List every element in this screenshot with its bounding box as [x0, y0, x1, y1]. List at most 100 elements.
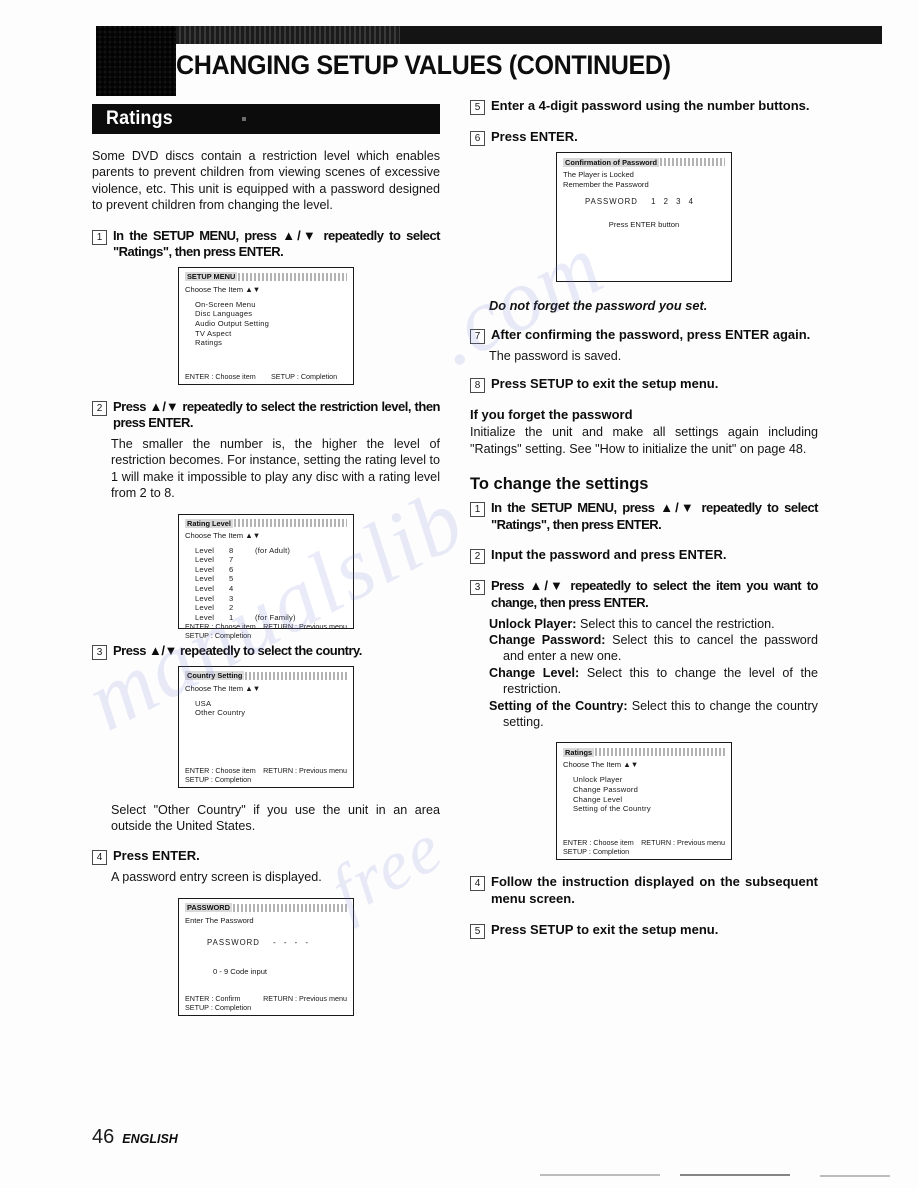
step-7-number: 7	[470, 329, 485, 344]
page-title: CHANGING SETUP VALUES (CONTINUED)	[176, 49, 671, 80]
osd-title: PASSWORD	[185, 903, 232, 913]
change-step-4: 4 Follow the instruction displayed on th…	[470, 874, 818, 907]
osd-rating-label: Level	[195, 574, 215, 584]
osd-menu-item: Setting of the Country	[573, 804, 651, 814]
step-7-body: The password is saved.	[489, 349, 622, 363]
step-2-body: The smaller the number is, the higher th…	[111, 437, 440, 501]
osd-menu-item: Change Level	[573, 794, 623, 804]
step-6-text: Press ENTER.	[491, 129, 578, 144]
change-step-1: 1 In the SETUP MENU, press ▲/▼ repeatedl…	[470, 500, 819, 533]
step-7: 7 After confirming the password, press E…	[470, 327, 818, 344]
change-step-3: 3 Press ▲/▼ repeatedly to select the ite…	[470, 578, 819, 611]
section-banner-title: Ratings	[106, 108, 173, 129]
osd-menu-list: On-Screen Menu Disc Languages Audio Outp…	[195, 300, 347, 348]
osd-code-input-hint: 0 - 9 Code input	[213, 966, 268, 976]
do-not-forget-note: Do not forget the password you set.	[489, 298, 708, 313]
osd-menu-item: Audio Output Setting	[195, 319, 270, 328]
step-2-text: Press ▲/▼ repeatedly to select the restr…	[113, 398, 441, 431]
osd-rating-label: Level	[195, 584, 215, 593]
osd-menu-item: Other Country	[195, 708, 246, 718]
step-3-number: 3	[92, 644, 107, 660]
osd-rating-label: Level	[195, 612, 215, 622]
right-column: 5 Enter a 4-digit password using the num…	[470, 98, 819, 943]
section-banner-ratings: Ratings	[92, 104, 440, 134]
manual-page: manualslib .com free CHANGING SETUP VALU…	[0, 0, 918, 1188]
osd-footer-enter: ENTER : Choose item	[185, 371, 256, 381]
osd-password: PASSWORD Enter The Password PASSWORD - -…	[178, 897, 354, 1016]
footer-language: ENGLISH	[122, 1132, 178, 1146]
change-options-list: Unlock Player: Select this to cancel the…	[489, 616, 818, 731]
forget-password-heading: If you forget the password	[470, 407, 633, 423]
change-step-4-text: Follow the instruction displayed on the …	[491, 874, 818, 907]
footer-page-number: 46	[92, 1126, 115, 1148]
definition-change-level: Change Level: Select this to change the …	[489, 665, 818, 698]
osd-lock-line-1: The Player is Locked	[563, 170, 634, 179]
osd-footer-return: RETURN : Previous menu	[263, 765, 347, 775]
osd-titlebar-fill	[595, 748, 725, 757]
step-6: 6 Press ENTER.	[470, 129, 818, 146]
osd-titlebar-fill	[245, 671, 347, 680]
scan-artifacts	[0, 1170, 918, 1180]
osd-menu-list: Unlock Player Change Password Change Lev…	[573, 775, 725, 813]
osd-footer-setup: SETUP : Completion	[271, 371, 338, 381]
step-5-number: 5	[470, 100, 485, 115]
osd-footer: ENTER : Choose item RETURN : Previous me…	[185, 622, 347, 640]
osd-rating-value: 3	[229, 593, 234, 603]
osd-rating-value: 1	[229, 612, 234, 622]
step-1-text: In the SETUP MENU, press ▲/▼ repeatedly …	[113, 227, 441, 260]
osd-rating-label: Level	[195, 545, 215, 555]
osd-choose-prompt: Enter The Password	[185, 915, 254, 925]
osd-footer-setup: SETUP : Completion	[185, 774, 252, 784]
osd-footer: ENTER : Choose item RETURN : Previous me…	[563, 838, 725, 856]
osd-rating-rows: Level 8 (for Adult) Level 7 Level 6 Leve…	[195, 546, 347, 623]
osd-rating-row: Level 2	[195, 603, 347, 613]
step-1: 1 In the SETUP MENU, press ▲/▼ repeatedl…	[92, 227, 441, 261]
definition-term: Unlock Player:	[489, 616, 577, 631]
step-7-text: After confirming the password, press ENT…	[491, 327, 811, 342]
osd-rating-row: Level 8 (for Adult)	[195, 546, 347, 556]
osd-lock-line-2: Remember the Password	[563, 179, 649, 189]
osd-setup-menu: SETUP MENU Choose The Item ▲▼ On-Screen …	[178, 266, 354, 385]
osd-rating-value: 2	[229, 603, 234, 613]
osd-titlebar: Ratings	[563, 747, 725, 757]
osd-titlebar: Confirmation of Password	[563, 157, 725, 167]
osd-menu-item: Unlock Player	[573, 775, 623, 785]
step-5: 5 Enter a 4-digit password using the num…	[470, 98, 818, 115]
osd-title: Ratings	[563, 747, 595, 757]
osd-footer-enter: ENTER : Confirm	[185, 993, 241, 1003]
change-step-3-number: 3	[470, 580, 485, 596]
setup-menu-figure-wrap: SETUP MENU Choose The Item ▲▼ On-Screen …	[92, 266, 440, 385]
step-3: 3 Press ▲/▼ repeatedly to select the cou…	[92, 643, 440, 660]
page-footer: 46 ENGLISH	[92, 1126, 178, 1149]
osd-country-setting: Country Setting Choose The Item ▲▼ USA O…	[178, 665, 354, 788]
osd-title: Country Setting	[185, 671, 245, 681]
step-2: 2 Press ▲/▼ repeatedly to select the res…	[92, 398, 441, 432]
osd-password-value: - - - -	[273, 937, 311, 947]
step-4-body: A password entry screen is displayed.	[111, 870, 322, 885]
scan-speck	[242, 117, 246, 121]
change-step-3-text: Press ▲/▼ repeatedly to select the item …	[491, 578, 819, 610]
osd-footer-setup: SETUP : Completion	[563, 847, 630, 857]
osd-password-label: PASSWORD	[585, 196, 638, 206]
step-4: 4 Press ENTER.	[92, 848, 440, 866]
osd-titlebar-fill	[233, 519, 347, 528]
osd-menu-item: On-Screen Menu	[195, 299, 256, 309]
osd-footer-enter: ENTER : Choose item	[185, 622, 256, 632]
country-setting-figure-wrap: Country Setting Choose The Item ▲▼ USA O…	[92, 665, 440, 788]
definition-change-password: Change Password: Select this to cancel t…	[489, 632, 818, 665]
osd-rating-row: Level 6	[195, 565, 347, 575]
definition-desc: Select this to cancel the restriction.	[576, 616, 775, 631]
step-2-number: 2	[92, 400, 107, 416]
password-figure-wrap: PASSWORD Enter The Password PASSWORD - -…	[92, 897, 440, 1016]
step-8-number: 8	[470, 378, 485, 394]
osd-footer-enter: ENTER : Choose item	[563, 838, 634, 848]
change-step-2-number: 2	[470, 549, 485, 565]
osd-rating-label: Level	[195, 593, 215, 603]
page-title-wrap: CHANGING SETUP VALUES (CONTINUED)	[176, 44, 882, 86]
osd-rating-value: 6	[229, 564, 234, 574]
osd-footer-setup: SETUP : Completion	[185, 1002, 252, 1012]
osd-rating-level: Rating Level Choose The Item ▲▼ Level 8 …	[178, 513, 354, 640]
rating-level-figure-wrap: Rating Level Choose The Item ▲▼ Level 8 …	[92, 513, 440, 640]
osd-menu-item: Disc Languages	[195, 309, 253, 319]
change-step-5-text: Press SETUP to exit the setup menu.	[491, 921, 719, 937]
